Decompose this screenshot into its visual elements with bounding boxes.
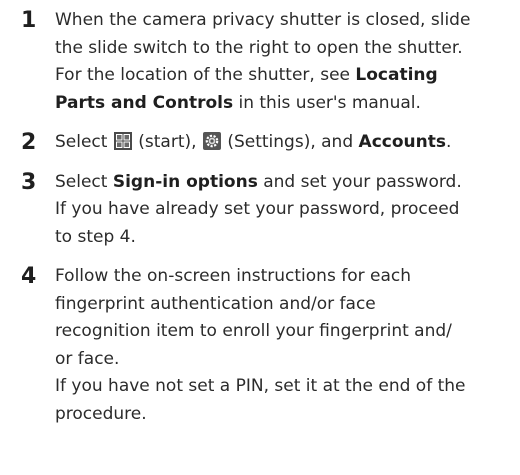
step-text-line: When the camera privacy shutter is close…	[55, 10, 471, 30]
step-text-line: If you have not set a PIN, set it at the…	[55, 376, 466, 396]
step-text-line: to step 4.	[55, 226, 136, 247]
step-number: 4	[21, 264, 37, 289]
instruction-steps: 1 When the camera privacy shutter is clo…	[19, 7, 514, 440]
step-number: 2	[21, 130, 37, 155]
step-3: 3 Select Sign-in options and set your pa…	[19, 169, 514, 252]
manual-section-reference: Locating	[355, 65, 438, 85]
settings-gear-icon	[202, 132, 221, 150]
step-text-line: Select Sign-in options and set your pass…	[55, 171, 462, 192]
step-4: 4 Follow the on-screen instructions for …	[19, 263, 514, 428]
step-text-line: Parts and Controls in this user's manual…	[55, 92, 421, 113]
manual-section-reference: Parts and Controls	[55, 92, 234, 113]
step-text-line: or face.	[55, 348, 120, 369]
step-number: 3	[21, 169, 37, 195]
step-1: 1 When the camera privacy shutter is clo…	[19, 7, 514, 117]
step-number: 1	[21, 8, 37, 33]
step-text-line: Follow the on-screen instructions for ea…	[55, 266, 411, 286]
step-text-line: recognition item to enroll your fingerpr…	[55, 321, 452, 341]
step-text-line: Select (start), (Settings), and Accounts…	[55, 132, 452, 152]
step-text-line: the slide switch to the right to open th…	[55, 37, 463, 58]
step-2: 2 Select (start), (Settings), and Accoun…	[19, 129, 514, 157]
step-text-line: procedure.	[55, 403, 147, 424]
step-text-line: If you have already set your password, p…	[55, 199, 460, 219]
sign-in-options-reference: Sign-in options	[112, 171, 258, 192]
windows-start-icon	[113, 132, 132, 150]
step-text-line: For the location of the shutter, see Loc…	[55, 65, 438, 85]
accounts-menu-reference: Accounts	[358, 132, 446, 152]
step-text-line: fingerprint authentication and/or face	[55, 293, 376, 314]
